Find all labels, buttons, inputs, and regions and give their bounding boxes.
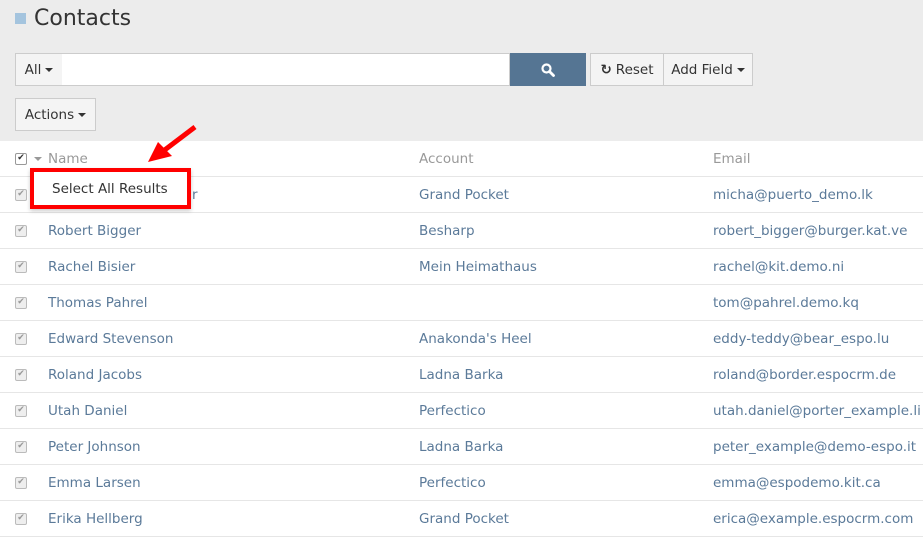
- email-link[interactable]: rachel@kit.demo.ni: [713, 259, 844, 275]
- account-link[interactable]: Grand Pocket: [419, 511, 509, 527]
- filter-dropdown-button[interactable]: All: [15, 53, 63, 86]
- contact-name-link[interactable]: Robert Bigger: [48, 223, 141, 239]
- caret-down-icon[interactable]: [34, 156, 42, 161]
- row-checkbox[interactable]: ✔: [15, 368, 27, 381]
- select-all-checkbox[interactable]: ✔: [15, 152, 27, 165]
- reset-button[interactable]: ↻ Reset: [590, 53, 664, 86]
- email-link[interactable]: roland@border.espocrm.de: [713, 367, 896, 383]
- column-header-account[interactable]: Account: [419, 151, 474, 167]
- red-arrow-annotation: [148, 125, 197, 162]
- email-link[interactable]: eddy-teddy@bear_espo.lu: [713, 331, 889, 347]
- row-checkbox[interactable]: ✔: [15, 188, 27, 201]
- email-link[interactable]: erica@example.espocrm.com: [713, 511, 913, 527]
- table-row: ✔ Peter Johnson Ladna Barka peter_exampl…: [0, 429, 923, 465]
- header-area: Contacts All ↻ Reset Add Field Actions: [0, 0, 923, 141]
- contact-name-link[interactable]: r: [192, 187, 198, 203]
- row-checkbox[interactable]: ✔: [15, 440, 27, 453]
- add-field-button[interactable]: Add Field: [663, 53, 753, 86]
- table-row: ✔ Erika Hellberg Grand Pocket erica@exam…: [0, 501, 923, 537]
- table-row: ✔ Utah Daniel Perfectico utah.daniel@por…: [0, 393, 923, 429]
- email-link[interactable]: robert_bigger@burger.kat.ve: [713, 223, 907, 239]
- entity-square-icon: [15, 13, 26, 24]
- search-input[interactable]: [62, 53, 510, 86]
- email-link[interactable]: peter_example@demo-espo.it: [713, 439, 916, 455]
- caret-down-icon: [45, 67, 54, 72]
- account-link[interactable]: Perfectico: [419, 403, 486, 419]
- row-checkbox[interactable]: ✔: [15, 260, 27, 273]
- contact-name-link[interactable]: Rachel Bisier: [48, 259, 135, 275]
- table-row: ✔ Robert Bigger Besharp robert_bigger@bu…: [0, 213, 923, 249]
- column-header-email[interactable]: Email: [713, 151, 750, 167]
- account-link[interactable]: Besharp: [419, 223, 475, 239]
- email-link[interactable]: emma@espodemo.kit.ca: [713, 475, 881, 491]
- contact-name-link[interactable]: Utah Daniel: [48, 403, 127, 419]
- search-icon: [541, 62, 555, 77]
- row-checkbox[interactable]: ✔: [15, 296, 27, 309]
- contact-name-link[interactable]: Peter Johnson: [48, 439, 141, 455]
- select-all-results-item[interactable]: Select All Results: [30, 168, 191, 209]
- column-header-name[interactable]: Name: [48, 151, 88, 167]
- table-row: ✔ Rachel Bisier Mein Heimathaus rachel@k…: [0, 249, 923, 285]
- row-checkbox[interactable]: ✔: [15, 404, 27, 417]
- row-checkbox[interactable]: ✔: [15, 476, 27, 489]
- account-link[interactable]: Mein Heimathaus: [419, 259, 537, 275]
- caret-down-icon: [78, 112, 87, 117]
- email-link[interactable]: tom@pahrel.demo.kq: [713, 295, 859, 311]
- actions-button[interactable]: Actions: [15, 98, 96, 131]
- refresh-icon: ↻: [600, 61, 612, 78]
- table-row: ✔ Thomas Pahrel tom@pahrel.demo.kq: [0, 285, 923, 321]
- caret-down-icon: [736, 67, 745, 72]
- table-row: ✔ Edward Stevenson Anakonda's Heel eddy-…: [0, 321, 923, 357]
- search-button[interactable]: [510, 53, 586, 86]
- table-row: ✔ Roland Jacobs Ladna Barka roland@borde…: [0, 357, 923, 393]
- table-row: ✔ Emma Larsen Perfectico emma@espodemo.k…: [0, 465, 923, 501]
- account-link[interactable]: Ladna Barka: [419, 439, 503, 455]
- contact-name-link[interactable]: Erika Hellberg: [48, 511, 143, 527]
- contact-name-link[interactable]: Edward Stevenson: [48, 331, 173, 347]
- account-link[interactable]: Perfectico: [419, 475, 486, 491]
- account-link[interactable]: Grand Pocket: [419, 187, 509, 203]
- row-checkbox[interactable]: ✔: [15, 332, 27, 345]
- email-link[interactable]: utah.daniel@porter_example.li: [713, 403, 921, 419]
- contact-name-link[interactable]: Roland Jacobs: [48, 367, 142, 383]
- page-title: Contacts: [15, 6, 131, 31]
- contact-name-link[interactable]: Thomas Pahrel: [48, 295, 147, 311]
- account-link[interactable]: Anakonda's Heel: [419, 331, 532, 347]
- email-link[interactable]: micha@puerto_demo.lk: [713, 187, 873, 203]
- contact-name-link[interactable]: Emma Larsen: [48, 475, 141, 491]
- row-checkbox[interactable]: ✔: [15, 224, 27, 237]
- account-link[interactable]: Ladna Barka: [419, 367, 503, 383]
- row-checkbox[interactable]: ✔: [15, 512, 27, 525]
